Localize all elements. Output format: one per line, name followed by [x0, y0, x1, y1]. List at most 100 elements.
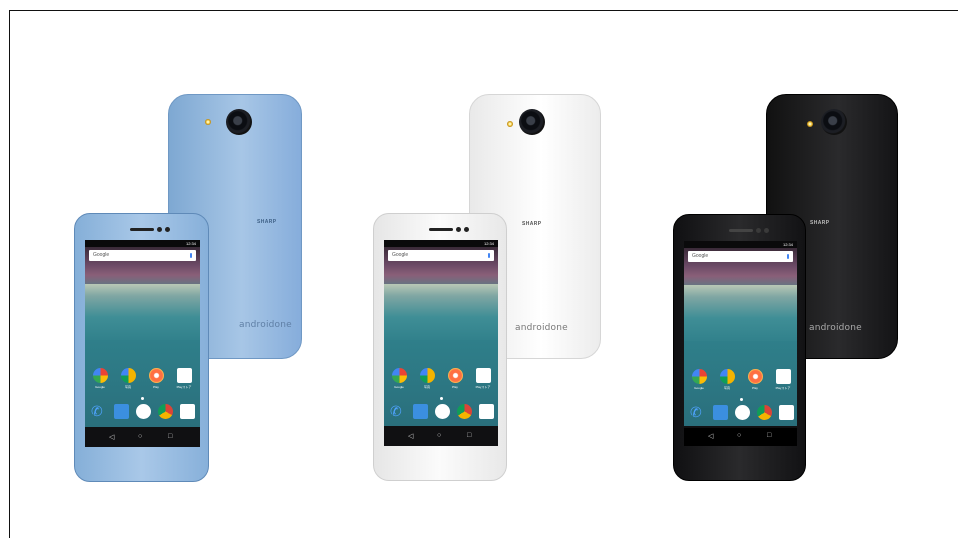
mic-icon[interactable] — [488, 253, 490, 258]
phone-front: 12:34 Google Google 写真 Play Playストア ✆ ◁ … — [74, 213, 209, 482]
chrome-icon[interactable] — [158, 404, 173, 419]
chrome-icon[interactable] — [757, 405, 772, 420]
wallpaper-sea — [384, 284, 498, 344]
earpiece-speaker — [130, 228, 154, 231]
play-app-icon[interactable] — [149, 368, 164, 383]
search-label: Google — [392, 252, 409, 258]
rear-camera-icon — [519, 109, 545, 135]
phone-icon[interactable]: ✆ — [690, 405, 705, 420]
chrome-icon[interactable] — [457, 404, 472, 419]
dock: ✆ — [684, 405, 797, 425]
proximity-sensor — [464, 227, 469, 232]
mic-icon[interactable] — [787, 254, 789, 259]
android-one-logo: androidone — [515, 323, 568, 333]
wallpaper-sea — [85, 284, 200, 344]
nav-bar: ◁ ○ □ — [85, 429, 200, 447]
photos-app-icon[interactable] — [420, 368, 435, 383]
front-camera-icon — [756, 228, 761, 233]
messages-icon[interactable] — [413, 404, 428, 419]
app-label: Play — [452, 385, 458, 389]
home-icon[interactable]: ○ — [437, 432, 441, 439]
earpiece-speaker — [429, 228, 453, 231]
phone-icon[interactable]: ✆ — [390, 404, 405, 419]
rear-camera-icon — [226, 109, 252, 135]
wallpaper-sea — [684, 285, 797, 345]
status-bar: 12:34 — [85, 240, 200, 247]
search-label: Google — [93, 252, 110, 258]
camera-app-icon[interactable] — [479, 404, 494, 419]
google-search-bar[interactable]: Google — [388, 250, 494, 261]
mic-icon[interactable] — [190, 253, 192, 258]
photos-app-icon[interactable] — [121, 368, 136, 383]
phone-front: 12:34 Google Google 写真 Play Playストア ✆ ◁ … — [373, 213, 507, 481]
phone-icon[interactable]: ✆ — [91, 404, 106, 419]
rear-camera-icon — [821, 109, 847, 135]
back-icon[interactable]: ◁ — [408, 432, 413, 440]
apps-drawer-icon[interactable] — [136, 404, 151, 419]
play-store-app-icon[interactable] — [177, 368, 192, 383]
home-icon[interactable]: ○ — [737, 432, 741, 439]
flash-icon — [807, 121, 813, 127]
camera-app-icon[interactable] — [779, 405, 794, 420]
phone-screen: 12:34 Google Google 写真 Play Playストア ✆ ◁ … — [684, 241, 797, 446]
nav-bar: ◁ ○ □ — [684, 428, 797, 446]
messages-icon[interactable] — [713, 405, 728, 420]
phone-screen: 12:34 Google Google 写真 Play Playストア ✆ ◁ … — [85, 240, 200, 447]
messages-icon[interactable] — [114, 404, 129, 419]
google-search-bar[interactable]: Google — [688, 251, 793, 262]
app-label: Playストア — [475, 385, 491, 389]
app-row: Google 写真 Play Playストア — [85, 368, 200, 389]
recents-icon[interactable]: □ — [767, 432, 771, 439]
app-label: Play — [752, 386, 758, 390]
app-label: Play — [153, 385, 159, 389]
page-indicator — [440, 397, 443, 400]
play-store-app-icon[interactable] — [476, 368, 491, 383]
app-label: 写真 — [723, 386, 730, 390]
android-one-logo: androidone — [809, 323, 862, 333]
google-app-icon[interactable] — [692, 369, 707, 384]
search-label: Google — [692, 253, 709, 259]
page-indicator — [141, 397, 144, 400]
dock: ✆ — [85, 404, 200, 424]
play-app-icon[interactable] — [448, 368, 463, 383]
recents-icon[interactable]: □ — [467, 432, 471, 439]
play-app-icon[interactable] — [748, 369, 763, 384]
app-label: Google — [95, 385, 105, 389]
earpiece-speaker — [729, 229, 753, 232]
photos-app-icon[interactable] — [720, 369, 735, 384]
phone-screen: 12:34 Google Google 写真 Play Playストア ✆ ◁ … — [384, 240, 498, 446]
google-search-bar[interactable]: Google — [89, 250, 196, 261]
app-row: Google 写真 Play Playストア — [684, 369, 797, 390]
flash-icon — [507, 121, 513, 127]
proximity-sensor — [764, 228, 769, 233]
flash-icon — [205, 119, 211, 125]
app-label: Google — [694, 386, 704, 390]
proximity-sensor — [165, 227, 170, 232]
status-bar: 12:34 — [684, 241, 797, 248]
nav-bar: ◁ ○ □ — [384, 428, 498, 446]
front-camera-icon — [456, 227, 461, 232]
app-label: 写真 — [423, 385, 430, 389]
status-bar: 12:34 — [384, 240, 498, 247]
google-app-icon[interactable] — [93, 368, 108, 383]
apps-drawer-icon[interactable] — [435, 404, 450, 419]
back-icon[interactable]: ◁ — [109, 433, 114, 441]
app-label: Playストア — [176, 385, 192, 389]
front-camera-icon — [157, 227, 162, 232]
google-app-icon[interactable] — [392, 368, 407, 383]
brand-logo: SHARP — [257, 219, 277, 225]
app-row: Google 写真 Play Playストア — [384, 368, 498, 389]
phone-front: 12:34 Google Google 写真 Play Playストア ✆ ◁ … — [673, 214, 806, 481]
brand-logo: SHARP — [522, 221, 542, 227]
brand-logo: SHARP — [810, 220, 830, 226]
play-store-app-icon[interactable] — [776, 369, 791, 384]
recents-icon[interactable]: □ — [168, 433, 172, 440]
app-label: 写真 — [124, 385, 131, 389]
app-label: Google — [394, 385, 404, 389]
camera-app-icon[interactable] — [180, 404, 195, 419]
home-icon[interactable]: ○ — [138, 433, 142, 440]
back-icon[interactable]: ◁ — [708, 432, 713, 440]
android-one-logo: androidone — [239, 320, 292, 330]
app-label: Playストア — [775, 386, 791, 390]
apps-drawer-icon[interactable] — [735, 405, 750, 420]
